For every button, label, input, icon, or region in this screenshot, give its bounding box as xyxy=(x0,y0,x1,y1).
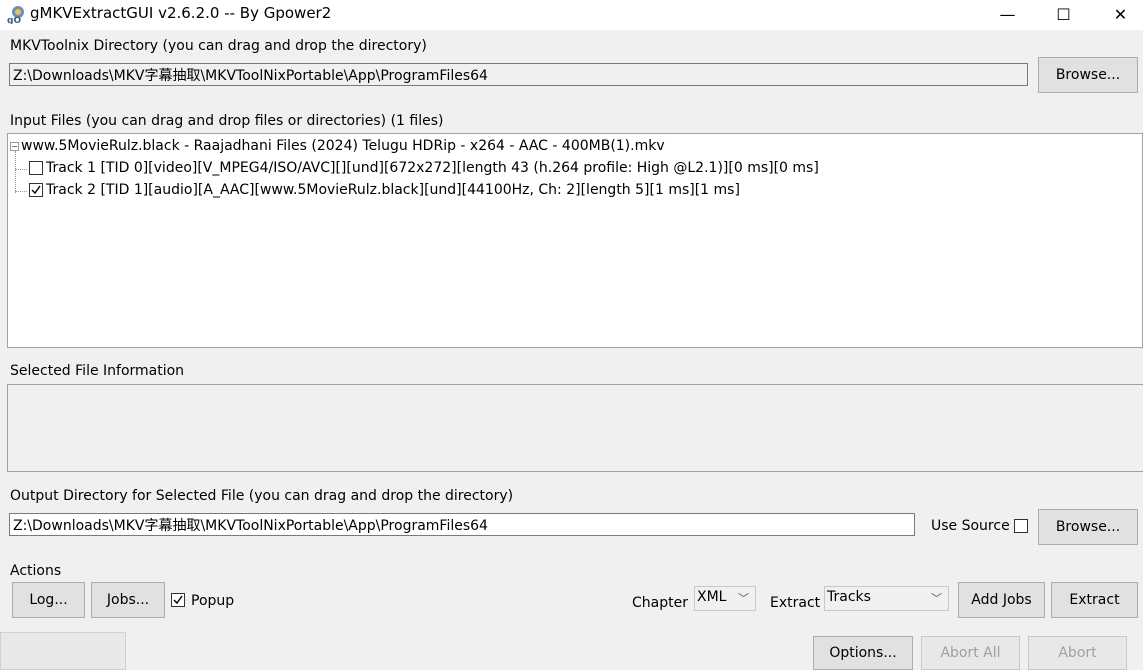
chapter-label: Chapter xyxy=(632,595,688,611)
collapse-toggle-icon[interactable]: − xyxy=(10,142,19,151)
chapter-format-select[interactable]: XML ﹀ xyxy=(694,586,756,611)
status-panel xyxy=(0,632,126,670)
abort-all-button[interactable]: Abort All xyxy=(921,636,1020,670)
extract-mode-value: Tracks xyxy=(827,589,871,605)
mkvtoolnix-directory-label: MKVToolnix Directory (you can drag and d… xyxy=(10,38,427,54)
log-button[interactable]: Log... xyxy=(12,582,85,618)
output-browse-button[interactable]: Browse... xyxy=(1038,509,1138,545)
popup-label: Popup xyxy=(191,593,235,609)
jobs-button[interactable]: Jobs... xyxy=(91,582,165,618)
minimize-icon: — xyxy=(999,4,1016,24)
checkmark-icon xyxy=(173,595,183,605)
track-2-label[interactable]: Track 2 [TID 1][audio][A_AAC][www.5Movie… xyxy=(46,182,740,198)
maximize-icon: ☐ xyxy=(1056,4,1071,24)
track-1-checkbox[interactable] xyxy=(29,161,43,175)
svg-text:gO: gO xyxy=(7,16,21,24)
output-directory-field[interactable]: Z:\Downloads\MKV字幕抽取\MKVToolNixPortable\… xyxy=(9,513,915,536)
chapter-format-value: XML xyxy=(697,589,727,605)
title-bar: gO gMKVExtractGUI v2.6.2.0 -- By Gpower2… xyxy=(0,0,1143,30)
mkvtoolnix-directory-field[interactable]: Z:\Downloads\MKV字幕抽取\MKVToolNixPortable\… xyxy=(9,63,1028,86)
output-directory-label: Output Directory for Selected File (you … xyxy=(10,488,514,504)
actions-label: Actions xyxy=(10,563,62,579)
minimize-button[interactable]: — xyxy=(979,0,1036,28)
chevron-down-icon: ﹀ xyxy=(738,592,749,605)
tree-line xyxy=(15,169,27,170)
input-files-tree[interactable]: − www.5MovieRulz.black - Raajadhani File… xyxy=(7,133,1143,348)
input-file-node[interactable]: www.5MovieRulz.black - Raajadhani Files … xyxy=(21,138,665,154)
popup-checkbox[interactable] xyxy=(171,593,185,607)
input-files-label: Input Files (you can drag and drop files… xyxy=(10,113,444,129)
use-source-label: Use Source xyxy=(931,518,1010,534)
use-source-checkbox[interactable] xyxy=(1014,519,1028,533)
tree-line xyxy=(15,191,27,192)
track-2-checkbox[interactable] xyxy=(29,183,43,197)
add-jobs-button[interactable]: Add Jobs xyxy=(958,582,1045,618)
checkmark-icon xyxy=(31,185,41,195)
close-button[interactable]: ✕ xyxy=(1092,0,1143,28)
extract-button[interactable]: Extract xyxy=(1051,582,1138,618)
selected-file-info-box xyxy=(7,384,1143,472)
mkvtoolnix-browse-button[interactable]: Browse... xyxy=(1038,57,1138,93)
extract-mode-select[interactable]: Tracks ﹀ xyxy=(824,586,949,611)
tree-line xyxy=(15,151,16,193)
abort-button[interactable]: Abort xyxy=(1028,636,1127,670)
app-icon: gO xyxy=(6,4,26,26)
maximize-button[interactable]: ☐ xyxy=(1035,0,1092,28)
window-title: gMKVExtractGUI v2.6.2.0 -- By Gpower2 xyxy=(30,4,332,22)
chevron-down-icon: ﹀ xyxy=(931,592,942,605)
options-button[interactable]: Options... xyxy=(813,636,913,670)
track-1-label[interactable]: Track 1 [TID 0][video][V_MPEG4/ISO/AVC][… xyxy=(46,160,819,176)
extract-mode-label: Extract xyxy=(770,595,821,611)
close-icon: ✕ xyxy=(1113,4,1128,24)
selected-file-info-label: Selected File Information xyxy=(10,363,185,379)
